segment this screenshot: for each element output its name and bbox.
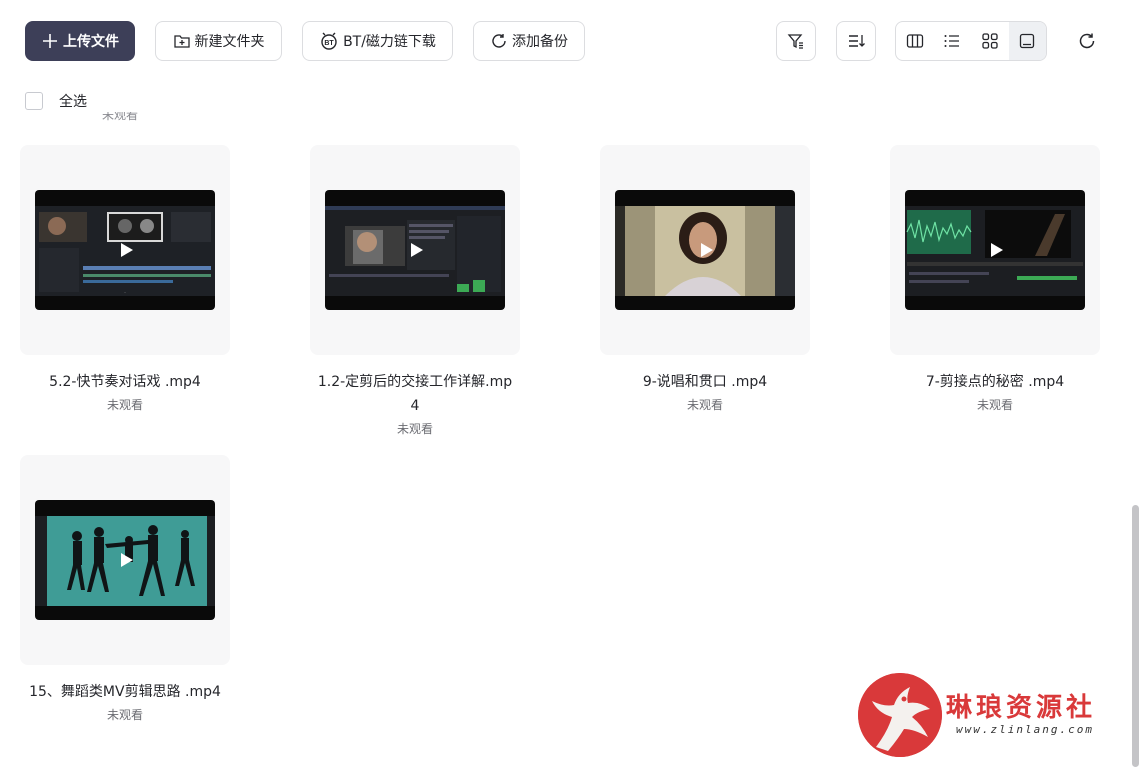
toolbar: 上传文件 新建文件夹 BT BT/磁力链下载 添加备份 [0, 0, 1141, 82]
scrollbar[interactable] [1129, 0, 1141, 774]
select-all[interactable]: 全选 [25, 91, 87, 111]
refresh-icon [1079, 33, 1095, 49]
sort-icon [849, 35, 865, 47]
video-thumbnail[interactable] [905, 190, 1085, 310]
bt-download-label: BT/磁力链下载 [343, 34, 436, 50]
add-backup-button[interactable]: 添加备份 [473, 21, 585, 61]
previous-row-status-text: 未观看 [101, 112, 138, 122]
watermark: 琳琅资源社 www.zlinlang.com [858, 671, 1118, 757]
file-card[interactable]: 7-剪接点的秘密 .mp4 未观看 [890, 145, 1100, 414]
file-name[interactable]: 9-说唱和贯口 .mp4 [600, 370, 810, 394]
video-thumbnail[interactable]: · [35, 190, 215, 310]
view-grid-button[interactable] [971, 22, 1009, 60]
thumbnail-frame[interactable]: · [20, 145, 230, 355]
new-folder-button[interactable]: 新建文件夹 [155, 21, 282, 61]
new-folder-label: 新建文件夹 [194, 34, 265, 50]
sort-button[interactable] [836, 21, 876, 61]
watermark-logo [858, 673, 942, 757]
filter-icon [787, 34, 803, 49]
dragon-logo-icon [858, 673, 942, 757]
previous-row-status: 未观看 [20, 112, 220, 126]
watch-status: 未观看 [686, 398, 723, 412]
file-name[interactable]: 7-剪接点的秘密 .mp4 [890, 370, 1100, 394]
grid-icon [982, 33, 998, 49]
plus-icon [43, 34, 57, 48]
play-icon [701, 243, 713, 257]
bt-icon: BT [321, 32, 337, 50]
filter-button[interactable] [776, 21, 816, 61]
folder-plus-icon [173, 35, 190, 48]
select-all-checkbox[interactable] [25, 92, 43, 110]
video-thumbnail[interactable] [325, 190, 505, 310]
file-name[interactable]: 15、舞蹈类MV剪辑思路 .mp4 [20, 680, 230, 704]
watch-status: 未观看 [106, 398, 143, 412]
file-name[interactable]: 1.2-定剪后的交接工作详解.mp4 [310, 370, 520, 418]
watermark-url: www.zlinlang.com [956, 723, 1094, 736]
play-icon [121, 243, 133, 257]
file-card[interactable]: 15、舞蹈类MV剪辑思路 .mp4 未观看 [20, 455, 230, 724]
play-icon [121, 553, 133, 567]
view-list-button[interactable] [934, 22, 972, 60]
play-icon [991, 243, 1003, 257]
list-icon [944, 35, 960, 47]
thumbnail-frame[interactable] [20, 455, 230, 665]
file-name[interactable]: 5.2-快节奏对话戏 .mp4 [20, 370, 230, 394]
svg-text:BT: BT [324, 40, 334, 47]
watermark-title: 琳琅资源社 [946, 693, 1097, 723]
watch-status: 未观看 [396, 422, 433, 436]
select-all-label: 全选 [59, 94, 87, 110]
thumbnail-icon [1020, 33, 1035, 49]
thumbnail-frame[interactable] [600, 145, 810, 355]
thumbnail-frame[interactable] [310, 145, 520, 355]
video-thumbnail[interactable] [35, 500, 215, 620]
file-card[interactable]: · 5.2-快节奏对话戏 .mp4 未观看 [20, 145, 230, 414]
upload-file-label: 上传文件 [63, 34, 119, 50]
file-card[interactable]: 9-说唱和贯口 .mp4 未观看 [600, 145, 810, 414]
view-columns-button[interactable] [896, 22, 934, 60]
play-icon [411, 243, 423, 257]
sync-icon [492, 34, 506, 48]
add-backup-label: 添加备份 [512, 34, 568, 50]
file-card[interactable]: 1.2-定剪后的交接工作详解.mp4 未观看 [310, 145, 520, 438]
view-mode-group [895, 21, 1047, 61]
thumbnail-frame[interactable] [890, 145, 1100, 355]
bt-download-button[interactable]: BT BT/磁力链下载 [302, 21, 453, 61]
watch-status: 未观看 [976, 398, 1013, 412]
view-thumbnail-button[interactable] [1008, 22, 1046, 60]
watch-status: 未观看 [106, 708, 143, 722]
columns-icon [906, 34, 923, 48]
upload-file-button[interactable]: 上传文件 [25, 21, 135, 61]
svg-text:·: · [124, 290, 125, 295]
refresh-button[interactable] [1070, 24, 1104, 58]
scrollbar-thumb[interactable] [1132, 505, 1139, 767]
video-thumbnail[interactable] [615, 190, 795, 310]
